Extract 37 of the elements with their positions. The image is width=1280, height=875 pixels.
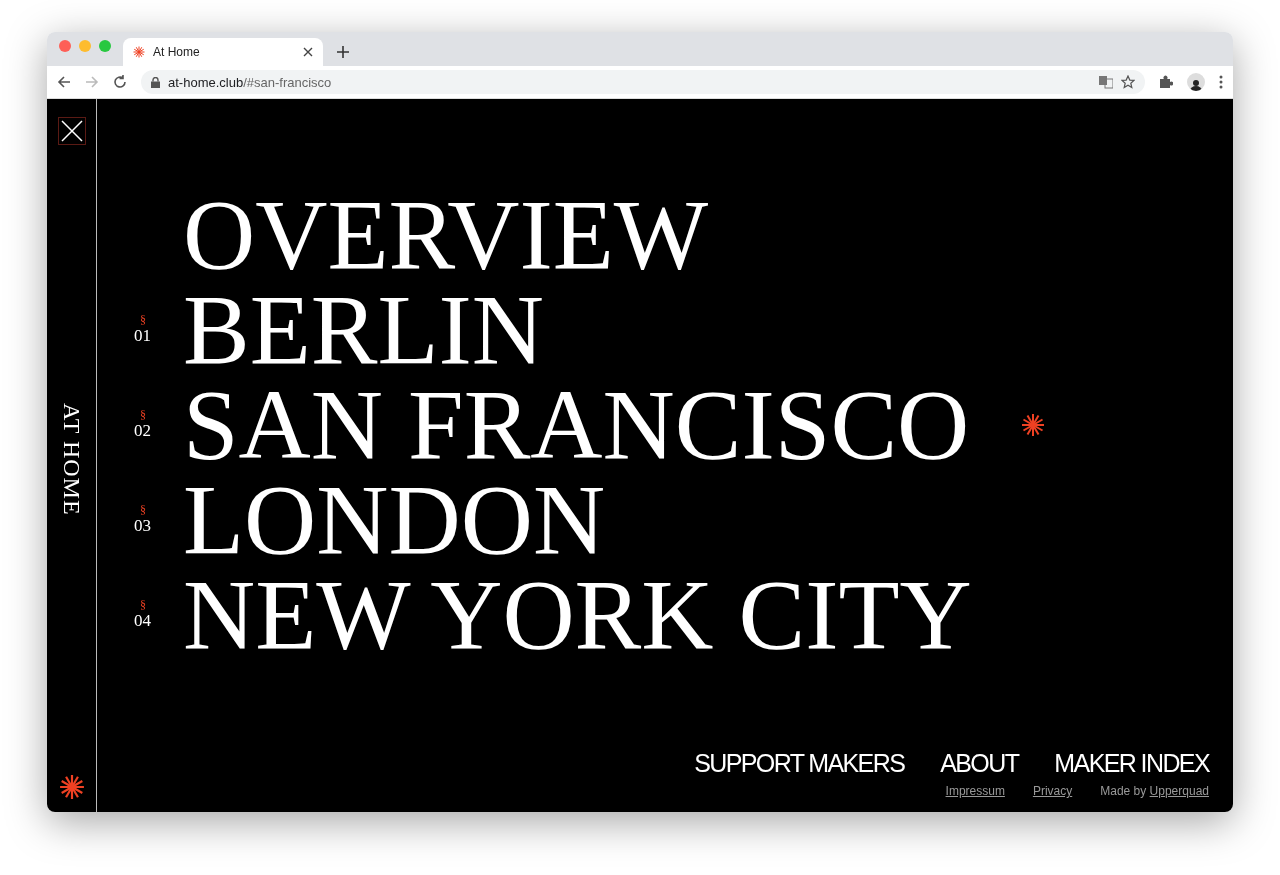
footer-link[interactable]: Impressum xyxy=(945,784,1005,798)
nav-link[interactable]: MAKER INDEX xyxy=(1054,749,1209,778)
reload-icon[interactable] xyxy=(113,75,127,89)
back-icon[interactable] xyxy=(57,75,71,89)
favicon-icon xyxy=(133,46,145,58)
puzzle-piece-icon[interactable] xyxy=(1159,75,1173,89)
new-tab-icon[interactable] xyxy=(337,46,349,58)
asterisk-icon xyxy=(1021,412,1046,437)
section-number: 02 xyxy=(134,420,151,441)
nav-link[interactable]: SUPPORT MAKERS xyxy=(694,749,905,778)
footer-link[interactable]: Privacy xyxy=(1032,784,1073,798)
translate-icon[interactable] xyxy=(1099,75,1113,89)
site-title: AT HOME xyxy=(58,403,85,516)
city-menu-link[interactable]: BERLIN xyxy=(183,282,545,377)
credit-text: Made by Upperquad xyxy=(1100,784,1209,798)
nav-link[interactable]: ABOUT xyxy=(940,749,1019,778)
browser-tab[interactable]: At Home xyxy=(123,38,323,66)
asterisk-logo-icon xyxy=(58,774,85,800)
menu-icon[interactable] xyxy=(1219,75,1223,89)
lock-icon xyxy=(151,76,160,88)
city-menu-link[interactable]: LONDON xyxy=(183,472,606,567)
section-mark: § xyxy=(140,408,146,421)
city-menu-link[interactable]: SAN FRANCISCO xyxy=(183,377,970,472)
close-icon[interactable] xyxy=(303,47,313,57)
star-icon[interactable] xyxy=(1121,75,1135,89)
section-mark: § xyxy=(140,313,146,326)
section-mark: § xyxy=(140,503,146,516)
section-number: 03 xyxy=(134,515,151,536)
close-button[interactable] xyxy=(57,117,86,145)
section-number: 04 xyxy=(134,610,151,631)
section-number: 01 xyxy=(134,325,151,346)
credit-link[interactable]: Upperquad xyxy=(1149,784,1209,798)
city-menu-link[interactable]: OVERVIEW xyxy=(183,187,709,282)
profile-avatar[interactable] xyxy=(1187,73,1205,91)
address-bar[interactable]: at-home.club/#san-francisco xyxy=(141,70,1145,94)
city-menu-link[interactable]: NEW YORK CITY xyxy=(183,567,972,662)
section-mark: § xyxy=(140,598,146,611)
